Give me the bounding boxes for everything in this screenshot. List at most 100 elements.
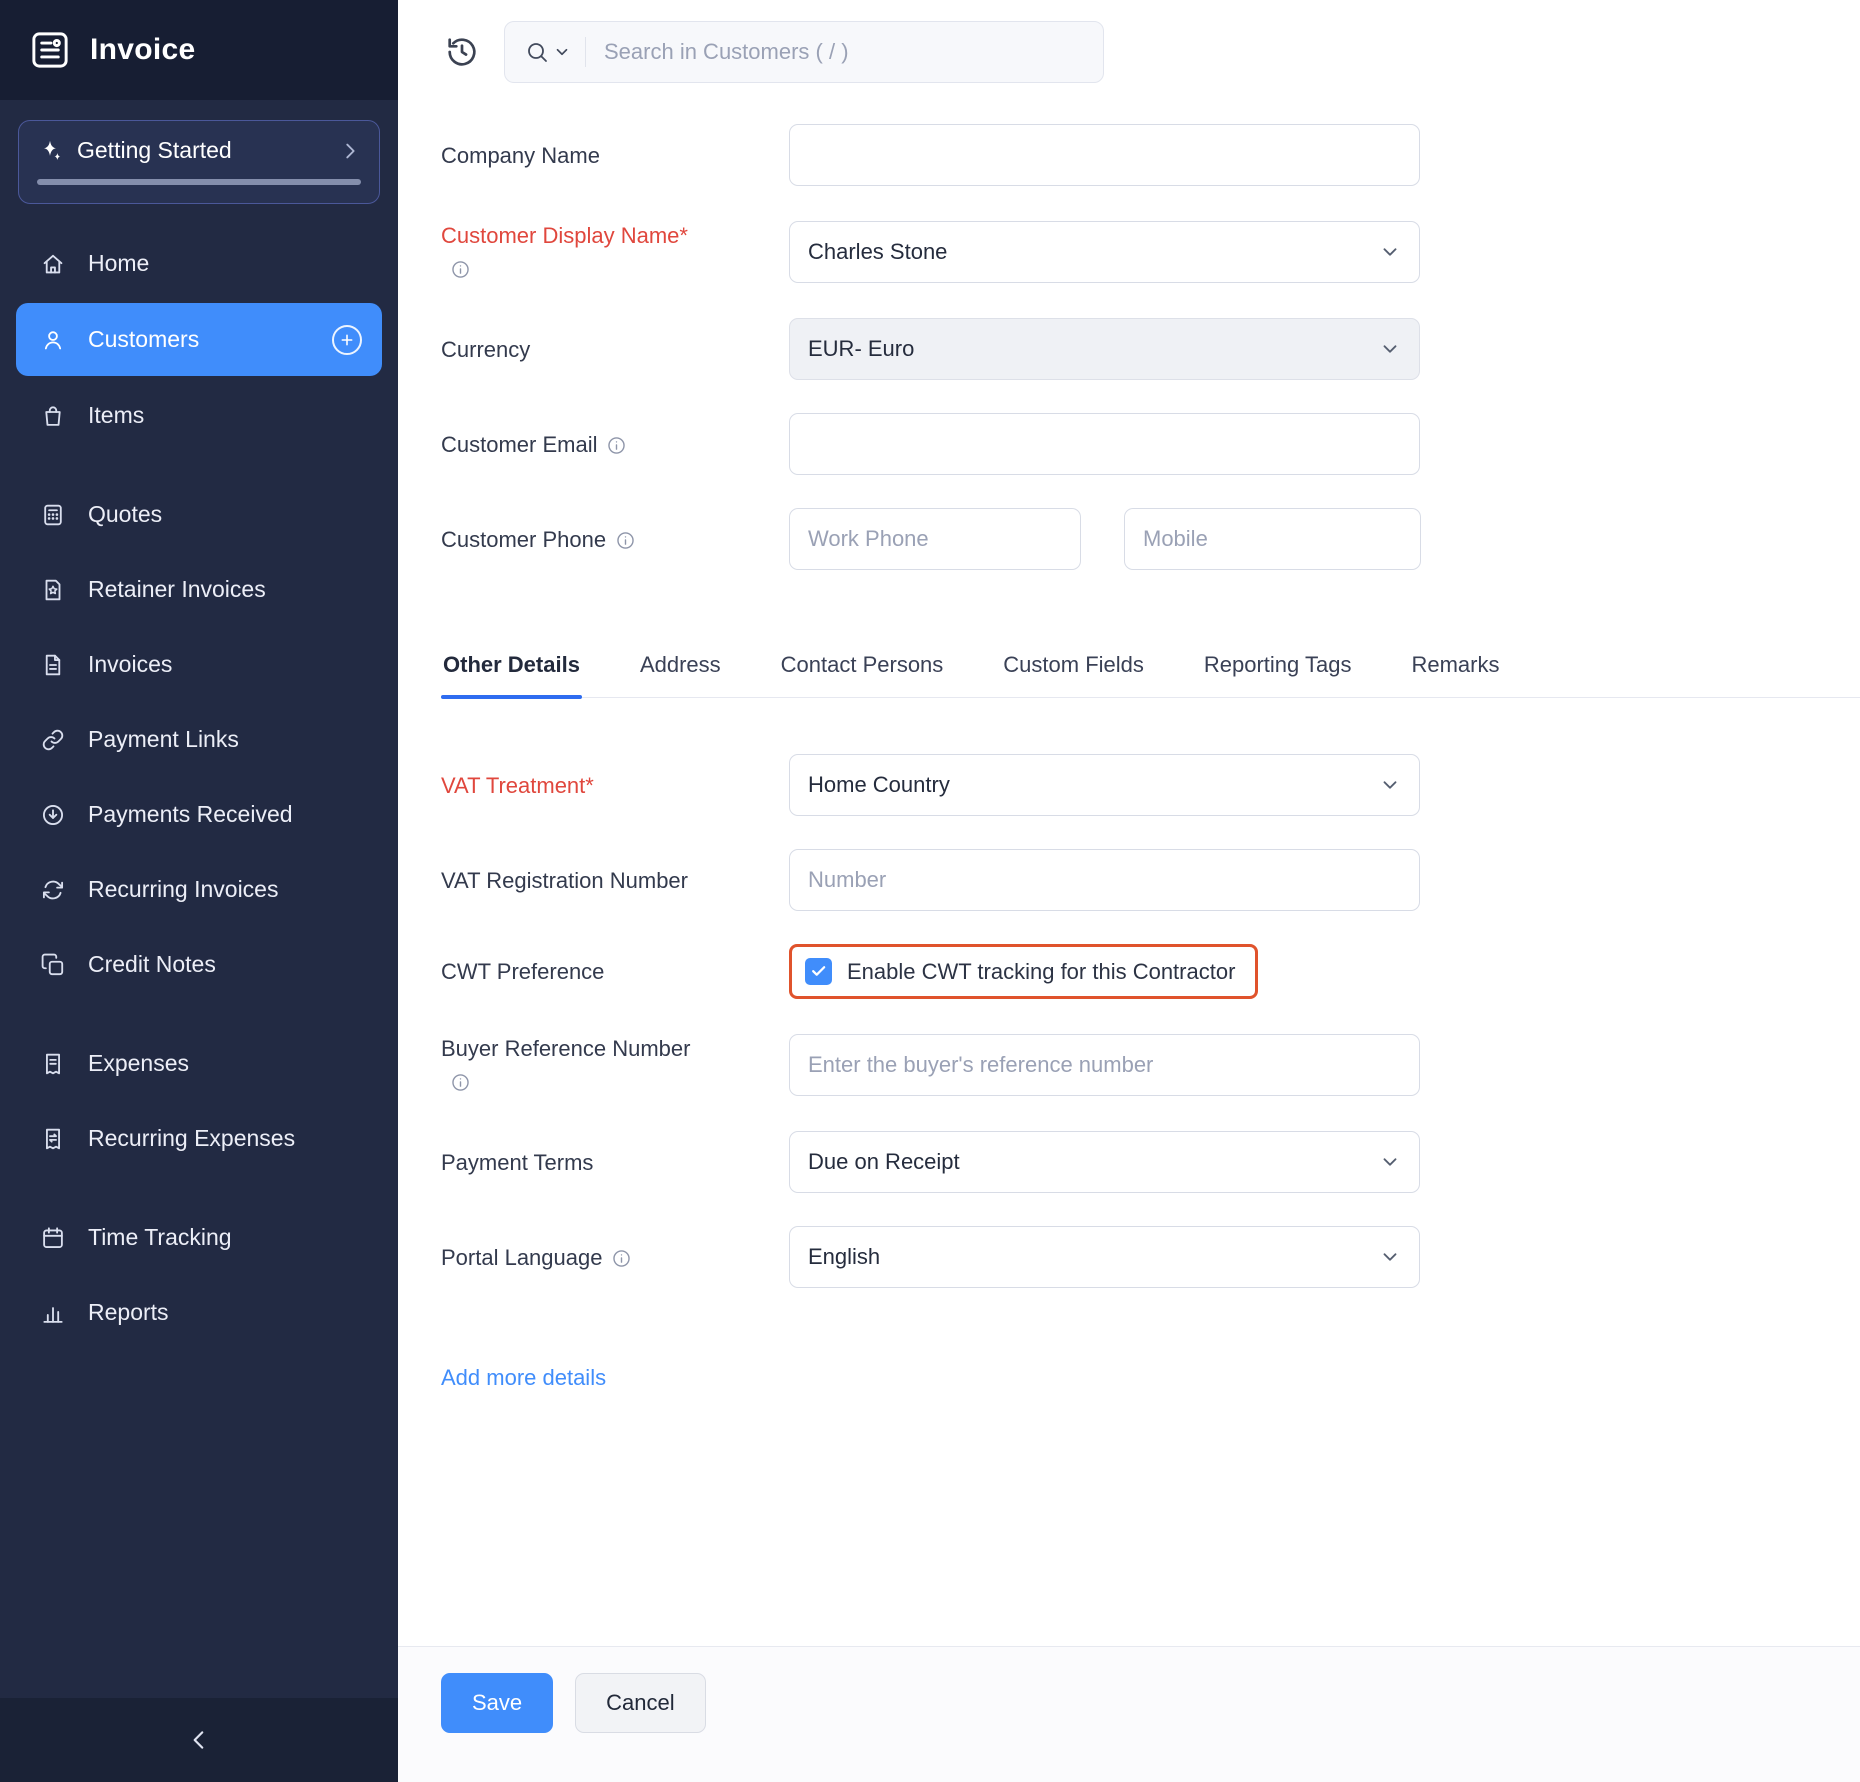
mobile-phone-input[interactable] [1124, 508, 1421, 570]
phone-label: Customer Phone [441, 523, 693, 556]
work-phone-input[interactable] [789, 508, 1081, 570]
tab-other-details[interactable]: Other Details [441, 652, 582, 698]
search-scope-chevron-icon[interactable] [553, 43, 571, 61]
tab-custom-fields[interactable]: Custom Fields [1001, 652, 1146, 698]
vat-registration-row: VAT Registration Number [441, 849, 1860, 911]
search-divider [585, 37, 586, 67]
sidebar-item-quotes[interactable]: Quotes [0, 477, 398, 552]
sidebar-item-recurring-expenses[interactable]: Recurring Expenses [0, 1101, 398, 1176]
link-icon [40, 727, 66, 753]
sidebar-nav-group-sales: Quotes Retainer Invoices Invoices Paymen… [0, 477, 398, 1002]
sidebar-item-label: Retainer Invoices [88, 576, 266, 603]
tab-reporting-tags[interactable]: Reporting Tags [1202, 652, 1354, 698]
history-icon[interactable] [444, 34, 480, 70]
document-star-icon [40, 577, 66, 603]
sidebar-item-credit-notes[interactable]: Credit Notes [0, 927, 398, 1002]
details-tabs: Other Details Address Contact Persons Cu… [441, 652, 1860, 698]
sidebar-item-payments-received[interactable]: Payments Received [0, 777, 398, 852]
tab-address[interactable]: Address [638, 652, 723, 698]
sidebar-item-recurring-invoices[interactable]: Recurring Invoices [0, 852, 398, 927]
sidebar-nav-group-tools: Time Tracking Reports [0, 1200, 398, 1350]
customer-form: Company Name Customer Display Name* Char… [398, 104, 1860, 1646]
cwt-checkbox[interactable] [805, 958, 832, 985]
buyer-reference-row: Buyer Reference Number [441, 1032, 1860, 1098]
tab-remarks[interactable]: Remarks [1409, 652, 1501, 698]
vat-registration-input[interactable] [789, 849, 1420, 911]
display-name-label: Customer Display Name* [441, 219, 693, 285]
getting-started-progress-bar [37, 179, 361, 185]
receipt-swap-icon [40, 1126, 66, 1152]
chevron-down-icon [1379, 1151, 1401, 1173]
chevron-down-icon [1379, 241, 1401, 263]
getting-started-card[interactable]: Getting Started [18, 120, 380, 204]
sidebar-item-label: Items [88, 402, 144, 429]
sparkle-icon [37, 138, 63, 164]
sidebar-item-items[interactable]: Items [0, 378, 398, 453]
chevron-down-icon [1379, 774, 1401, 796]
info-icon[interactable] [615, 530, 636, 551]
sidebar-item-label: Credit Notes [88, 951, 216, 978]
currency-select[interactable]: EUR- Euro [789, 318, 1420, 380]
arrow-down-circle-icon [40, 802, 66, 828]
tab-contact-persons[interactable]: Contact Persons [779, 652, 946, 698]
cwt-highlight-box: Enable CWT tracking for this Contractor [789, 944, 1258, 999]
app-root: Invoice Getting Started Home Custome [0, 0, 1860, 1782]
calculator-icon [40, 502, 66, 528]
payment-terms-select[interactable]: Due on Receipt [789, 1131, 1420, 1193]
sidebar-item-label: Quotes [88, 501, 162, 528]
bag-icon [40, 403, 66, 429]
sidebar-collapse-button[interactable] [0, 1698, 398, 1782]
company-name-input[interactable] [789, 124, 1420, 186]
sidebar-item-label: Customers [88, 326, 199, 353]
sidebar-item-label: Home [88, 250, 149, 277]
info-icon[interactable] [606, 435, 627, 456]
sidebar-item-payment-links[interactable]: Payment Links [0, 702, 398, 777]
getting-started-label: Getting Started [77, 137, 325, 164]
search-input[interactable] [602, 38, 1083, 66]
chevron-down-icon [1379, 1246, 1401, 1268]
add-more-details-link[interactable]: Add more details [441, 1365, 606, 1391]
cwt-checkbox-label: Enable CWT tracking for this Contractor [847, 959, 1235, 985]
payment-terms-label: Payment Terms [441, 1146, 693, 1179]
vat-registration-label: VAT Registration Number [441, 864, 693, 897]
company-name-row: Company Name [441, 124, 1860, 186]
display-name-select[interactable]: Charles Stone [789, 221, 1420, 283]
sidebar-item-home[interactable]: Home [0, 226, 398, 301]
sidebar-item-expenses[interactable]: Expenses [0, 1026, 398, 1101]
buyer-reference-input[interactable] [789, 1034, 1420, 1096]
sidebar-item-customers[interactable]: Customers [16, 303, 382, 376]
currency-value: EUR- Euro [808, 336, 914, 362]
info-icon[interactable] [450, 259, 471, 280]
portal-language-select[interactable]: English [789, 1226, 1420, 1288]
info-icon[interactable] [450, 1072, 471, 1093]
display-name-row: Customer Display Name* Charles Stone [441, 219, 1860, 285]
sidebar-item-reports[interactable]: Reports [0, 1275, 398, 1350]
search-box[interactable] [504, 21, 1104, 83]
add-customer-button[interactable] [332, 325, 362, 355]
display-name-value: Charles Stone [808, 239, 947, 265]
vat-treatment-select[interactable]: Home Country [789, 754, 1420, 816]
cwt-preference-row: CWT Preference Enable CWT tracking for t… [441, 944, 1860, 999]
currency-row: Currency EUR- Euro [441, 318, 1860, 380]
sidebar-item-invoices[interactable]: Invoices [0, 627, 398, 702]
topbar [398, 0, 1860, 104]
chevron-down-icon [1379, 338, 1401, 360]
currency-label: Currency [441, 333, 693, 366]
bar-chart-icon [40, 1300, 66, 1326]
document-icon [40, 652, 66, 678]
form-footer: Save Cancel [398, 1646, 1860, 1782]
sidebar-item-retainer-invoices[interactable]: Retainer Invoices [0, 552, 398, 627]
payment-terms-row: Payment Terms Due on Receipt [441, 1131, 1860, 1193]
portal-language-value: English [808, 1244, 880, 1270]
sidebar: Invoice Getting Started Home Custome [0, 0, 398, 1782]
payment-terms-value: Due on Receipt [808, 1149, 960, 1175]
company-name-label: Company Name [441, 139, 693, 172]
email-input[interactable] [789, 413, 1420, 475]
chevron-left-icon [186, 1727, 212, 1753]
cancel-button[interactable]: Cancel [575, 1673, 705, 1733]
buyer-reference-label: Buyer Reference Number [441, 1032, 693, 1098]
sidebar-item-label: Reports [88, 1299, 169, 1326]
sidebar-item-time-tracking[interactable]: Time Tracking [0, 1200, 398, 1275]
info-icon[interactable] [611, 1248, 632, 1269]
save-button[interactable]: Save [441, 1673, 553, 1733]
